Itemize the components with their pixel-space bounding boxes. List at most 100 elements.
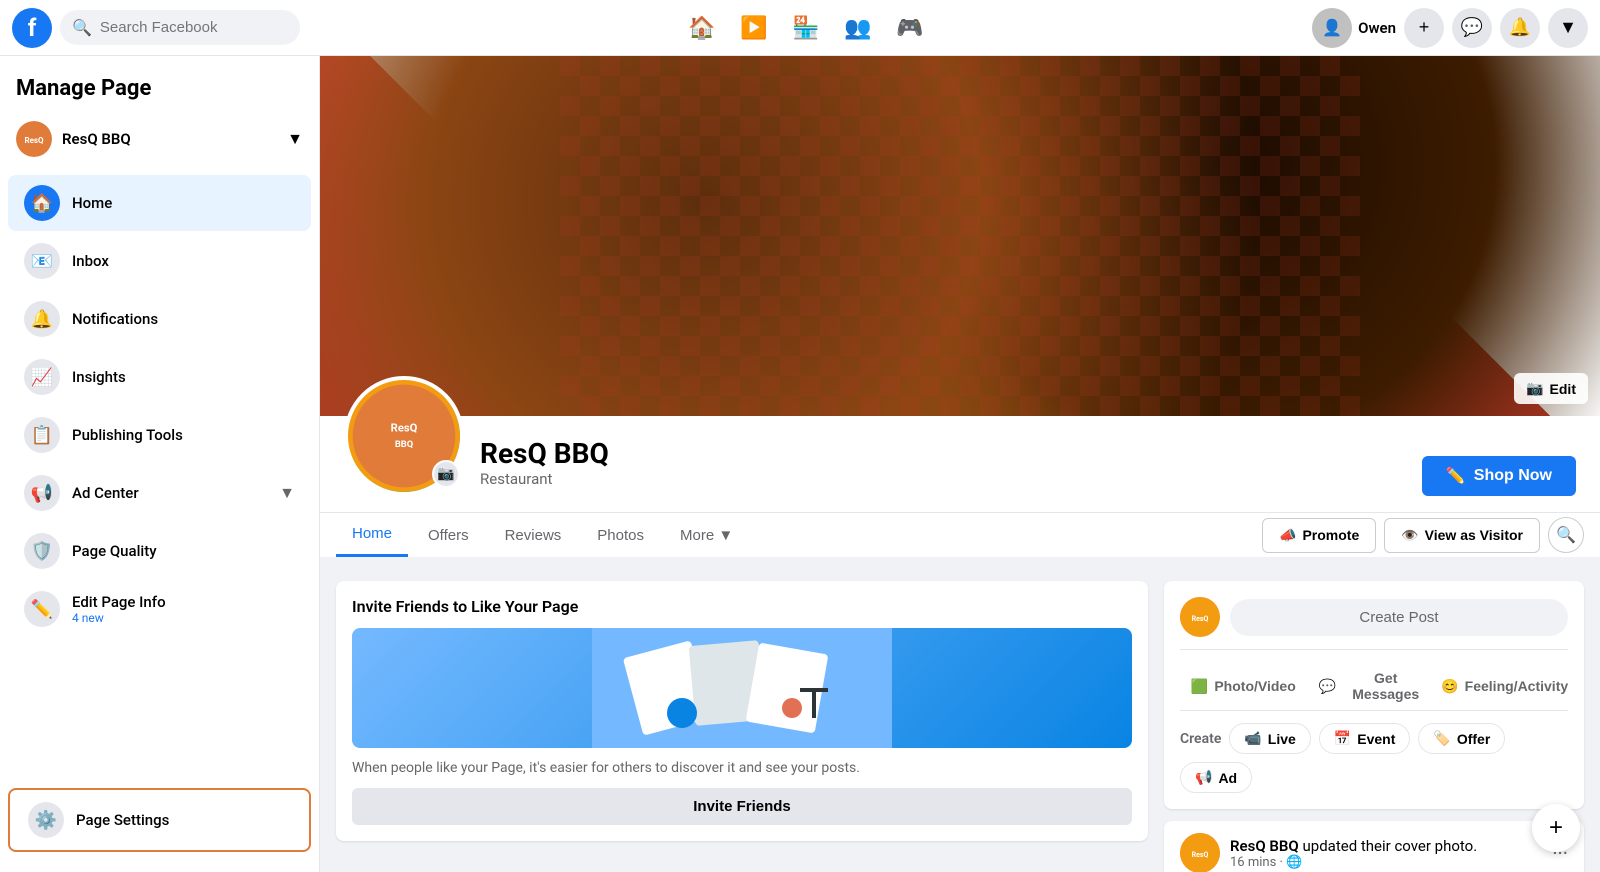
sidebar-item-label: Insights: [72, 368, 126, 386]
profile-pic-wrap: ResQ BBQ 📷: [344, 376, 464, 496]
sidebar-item-label: Page Quality: [72, 542, 157, 560]
sidebar-item-notifications[interactable]: 🔔 Notifications: [8, 291, 311, 347]
event-btn[interactable]: 📅 Event: [1319, 723, 1411, 754]
sidebar-item-insights[interactable]: 📈 Insights: [8, 349, 311, 405]
svg-text:ResQ: ResQ: [391, 421, 418, 434]
invite-body: When people like your Page, it's easier …: [352, 760, 1132, 776]
sidebar-title: Manage Page: [0, 68, 319, 113]
view-as-visitor-button[interactable]: 👁️ View as Visitor: [1384, 518, 1540, 553]
content-area: Invite Friends to Like Your Page: [320, 565, 1600, 872]
sidebar-item-edit-page-info[interactable]: ✏️ Edit Page Info 4 new: [8, 581, 311, 637]
inbox-icon: 📧: [24, 243, 60, 279]
create-post-card: ResQ Create Post 🟩 Photo/Video 💬 Get Mes…: [1164, 581, 1584, 809]
sidebar-nav: 🏠 Home 📧 Inbox 🔔 Notifications 📈 Insight…: [0, 173, 319, 780]
nav-marketplace-btn[interactable]: 🏪: [782, 4, 830, 52]
chevron-down-icon: ▼: [287, 129, 303, 149]
ad-icon: 📢: [24, 475, 60, 511]
publishing-icon: 📋: [24, 417, 60, 453]
edit-icon: ✏️: [24, 591, 60, 627]
cover-photo: 📷 Edit: [320, 56, 1600, 416]
offer-btn[interactable]: 🏷️ Offer: [1418, 723, 1505, 754]
emoji-icon: 😊: [1441, 678, 1458, 695]
layout: Manage Page ResQ ResQ BBQ ▼ 🏠 Home 📧 Inb…: [0, 56, 1600, 872]
nav-right: 👤 Owen + 💬 🔔 ▼: [1312, 8, 1588, 48]
sidebar-item-publishing-tools[interactable]: 📋 Publishing Tools: [8, 407, 311, 463]
nav-username: Owen: [1358, 19, 1396, 37]
globe-icon: · 🌐: [1280, 855, 1303, 870]
offer-icon: 🏷️: [1433, 730, 1450, 747]
nav-center: 🏠 ▶️ 🏪 👥 🎮: [308, 4, 1304, 52]
nav-home-btn[interactable]: 🏠: [678, 4, 726, 52]
nav-user[interactable]: 👤 Owen: [1312, 8, 1396, 48]
feeling-activity-btn[interactable]: 😊 Feeling/Activity: [1441, 662, 1568, 710]
create-post-input[interactable]: Create Post: [1230, 599, 1568, 636]
tab-search-button[interactable]: 🔍: [1548, 517, 1584, 553]
sidebar-item-home[interactable]: 🏠 Home: [8, 175, 311, 231]
nav-watch-btn[interactable]: ▶️: [730, 4, 778, 52]
page-category: Restaurant: [480, 470, 609, 488]
create-post-top: ResQ Create Post: [1180, 597, 1568, 637]
content-right: ResQ Create Post 🟩 Photo/Video 💬 Get Mes…: [1164, 581, 1584, 872]
dropdown-btn[interactable]: ▼: [1548, 8, 1588, 48]
photo-video-btn[interactable]: 🟩 Photo/Video: [1180, 662, 1307, 710]
search-bar[interactable]: 🔍: [60, 10, 300, 45]
add-btn[interactable]: +: [1404, 8, 1444, 48]
invite-card: Invite Friends to Like Your Page: [336, 581, 1148, 841]
tab-reviews[interactable]: Reviews: [489, 515, 578, 556]
page-settings-container: ⚙️ Page Settings: [8, 788, 311, 852]
bell-icon: 🔔: [24, 301, 60, 337]
sidebar-item-ad-center[interactable]: 📢 Ad Center ▼: [8, 465, 311, 521]
avatar: 👤: [1312, 8, 1352, 48]
tab-offers[interactable]: Offers: [412, 515, 485, 556]
get-messages-btn[interactable]: 💬 Get Messages: [1311, 662, 1438, 710]
top-nav: f 🔍 🏠 ▶️ 🏪 👥 🎮 👤 Owen + 💬 🔔 ▼: [0, 0, 1600, 56]
page-avatar: ResQ: [16, 121, 52, 157]
sidebar-item-page-settings[interactable]: ⚙️ Page Settings: [12, 792, 307, 848]
cover-area: 📷 Edit ResQ BBQ 📷: [320, 56, 1600, 557]
promote-button[interactable]: 📣 Promote: [1262, 518, 1376, 553]
invite-illustration: [352, 628, 1132, 748]
svg-text:ResQ: ResQ: [1192, 851, 1209, 859]
post-avatar: ResQ: [1180, 597, 1220, 637]
tab-home[interactable]: Home: [336, 513, 408, 557]
facebook-logo: f: [12, 8, 52, 48]
shield-icon: 🛡️: [24, 533, 60, 569]
sidebar-item-label: Edit Page Info: [72, 593, 166, 611]
live-icon: 📹: [1244, 730, 1261, 747]
activity-card: ResQ ResQ BBQ updated their cover photo.…: [1164, 821, 1584, 872]
messenger-btn[interactable]: 💬: [1452, 8, 1492, 48]
invite-friends-button[interactable]: Invite Friends: [352, 788, 1132, 825]
live-btn[interactable]: 📹 Live: [1229, 723, 1310, 754]
ad-btn[interactable]: 📢 Ad: [1180, 762, 1252, 793]
sidebar-item-label: Ad Center: [72, 484, 139, 502]
chart-icon: 📈: [24, 359, 60, 395]
chevron-down-icon: ▼: [279, 483, 295, 503]
activity-action: updated their cover photo.: [1303, 837, 1478, 855]
nav-gaming-btn[interactable]: 🎮: [886, 4, 934, 52]
sidebar-item-page-quality[interactable]: 🛡️ Page Quality: [8, 523, 311, 579]
create-row: Create 📹 Live 📅 Event 🏷️ Offer 📢 Ad: [1180, 710, 1568, 793]
page-selector[interactable]: ResQ ResQ BBQ ▼: [0, 113, 319, 165]
sidebar-item-label: Inbox: [72, 252, 109, 270]
tab-more[interactable]: More ▼: [664, 515, 749, 556]
page-name: ResQ BBQ: [62, 130, 277, 148]
create-label: Create: [1180, 731, 1221, 747]
sidebar-item-inbox[interactable]: 📧 Inbox: [8, 233, 311, 289]
notifications-btn[interactable]: 🔔: [1500, 8, 1540, 48]
main-content: 📷 Edit ResQ BBQ 📷: [320, 56, 1600, 872]
shop-now-button[interactable]: ✏️ Shop Now: [1422, 456, 1576, 496]
activity-top: ResQ ResQ BBQ updated their cover photo.…: [1180, 833, 1568, 872]
activity-time: 16 mins · 🌐: [1230, 855, 1477, 870]
page-info: ResQ BBQ Restaurant: [480, 437, 609, 496]
tab-photos[interactable]: Photos: [581, 515, 660, 556]
page-tabs: Home Offers Reviews Photos More ▼ 📣 Prom…: [320, 512, 1600, 557]
search-input[interactable]: [100, 19, 288, 36]
sidebar-item-label: Page Settings: [76, 811, 169, 829]
eye-icon: 👁️: [1401, 527, 1418, 544]
page-title: ResQ BBQ: [480, 437, 609, 470]
floating-add-button[interactable]: +: [1532, 804, 1580, 852]
nav-groups-btn[interactable]: 👥: [834, 4, 882, 52]
photo-icon: 🟩: [1191, 678, 1208, 695]
profile-camera-button[interactable]: 📷: [432, 460, 460, 488]
invite-title: Invite Friends to Like Your Page: [352, 597, 1132, 616]
